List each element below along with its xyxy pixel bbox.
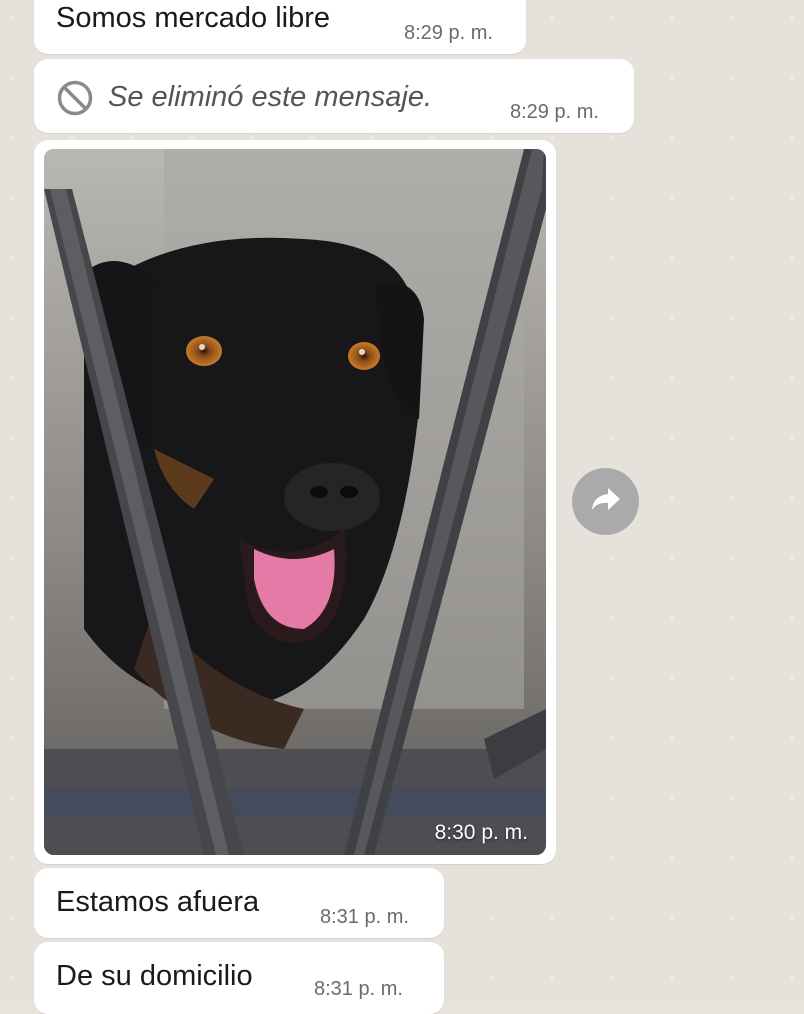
forward-button[interactable] [572, 468, 639, 535]
message-time: 8:30 p. m. [434, 821, 528, 844]
deleted-message-bubble[interactable]: Se eliminó este mensaje. 8:29 p. m. [34, 59, 634, 133]
message-time: 8:31 p. m. [314, 978, 403, 1000]
message-bubble[interactable]: Estamos afuera 8:31 p. m. [34, 868, 444, 938]
message-time: 8:29 p. m. [510, 101, 599, 123]
message-text: De su domicilio [56, 960, 253, 992]
dog-photo[interactable]: 8:30 p. m. [44, 149, 546, 855]
prohibited-icon [56, 79, 94, 122]
message-time: 8:29 p. m. [404, 22, 493, 44]
message-bubble[interactable]: Somos mercado libre 8:29 p. m. [34, 0, 526, 54]
image-message-bubble[interactable]: 8:30 p. m. [34, 140, 556, 864]
message-text: Somos mercado libre [56, 2, 330, 34]
deleted-message-text: Se eliminó este mensaje. [108, 81, 432, 113]
message-time: 8:31 p. m. [320, 906, 409, 928]
message-text: Estamos afuera [56, 886, 260, 918]
message-bubble[interactable]: De su domicilio 8:31 p. m. [34, 942, 444, 1014]
forward-arrow-icon [589, 484, 623, 519]
